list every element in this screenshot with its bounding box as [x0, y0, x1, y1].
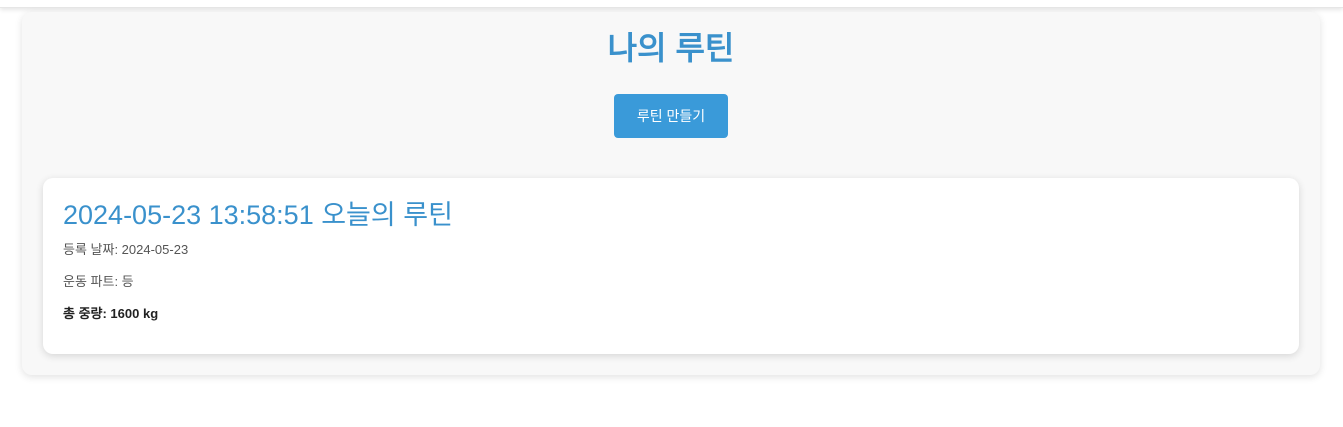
routine-total-weight: 총 중량: 1600 kg: [63, 306, 159, 321]
routine-title[interactable]: 2024-05-23 13:58:51 오늘의 루틴: [63, 198, 453, 232]
routine-part: 운동 파트: 등: [63, 274, 134, 289]
create-routine-button[interactable]: 루틴 만들기: [614, 94, 728, 138]
top-bar: [0, 0, 1343, 8]
routine-date: 등록 날짜: 2024-05-23: [63, 242, 189, 257]
routines-panel: 나의 루틴 루틴 만들기 2024-05-23 13:58:51 오늘의 루틴 …: [22, 12, 1320, 375]
page-title: 나의 루틴: [607, 30, 735, 66]
routine-card[interactable]: 2024-05-23 13:58:51 오늘의 루틴 등록 날짜: 2024-0…: [43, 178, 1299, 354]
